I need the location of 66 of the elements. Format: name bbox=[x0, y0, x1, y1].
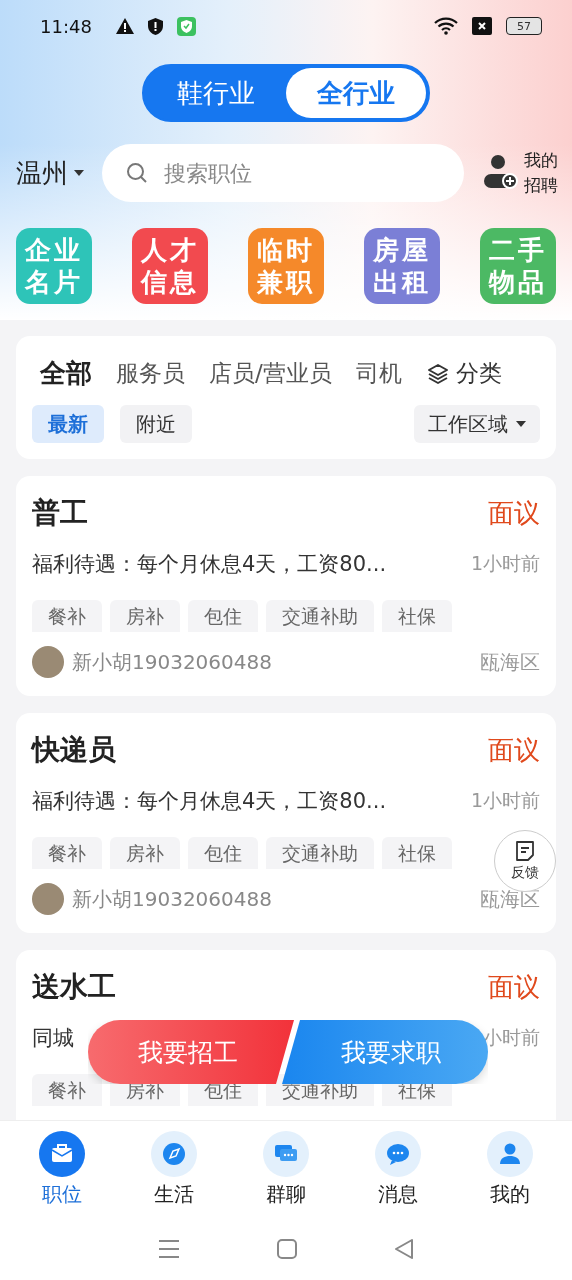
category-tab[interactable]: 全部 bbox=[40, 356, 92, 391]
posted-time: 1小时前 bbox=[470, 551, 540, 576]
benefit-tag: 包住 bbox=[188, 600, 258, 632]
benefit-tag: 房补 bbox=[110, 837, 180, 869]
search-field[interactable]: 搜索职位 bbox=[102, 144, 464, 202]
home-icon[interactable] bbox=[277, 1239, 297, 1259]
job-title: 普工 bbox=[32, 495, 88, 531]
benefit-tag: 餐补 bbox=[32, 600, 102, 632]
salary-text: 面议 bbox=[488, 970, 540, 1004]
job-description: 同城 bbox=[32, 1025, 74, 1052]
app-shield-icon bbox=[176, 16, 196, 36]
job-description: 福利待遇：每个月休息4天，工资80... bbox=[32, 551, 387, 578]
warning-icon bbox=[115, 18, 134, 34]
benefit-tag: 餐补 bbox=[32, 1074, 102, 1106]
area-filter[interactable]: 工作区域 bbox=[414, 405, 540, 443]
posted-time: 1小时前 bbox=[470, 788, 540, 813]
benefit-tag: 餐补 bbox=[32, 837, 102, 869]
poster-name: 新小胡19032060488 bbox=[72, 648, 273, 676]
benefit-tag: 社保 bbox=[382, 600, 452, 632]
wifi-icon bbox=[434, 17, 458, 35]
layers-icon bbox=[425, 361, 450, 386]
job-card[interactable]: 普工 面议 福利待遇：每个月休息4天，工资80... 1小时前 餐补 房补 包住 交通补助 社保 新小胡19032060488 瓯海区 bbox=[16, 476, 556, 696]
nav-tab[interactable]: 群聊 bbox=[246, 1131, 326, 1208]
sort-chip[interactable]: 最新 bbox=[32, 405, 104, 443]
shortcut-tile[interactable]: 房屋 出租 bbox=[364, 228, 440, 304]
nav-tab[interactable]: 职位 bbox=[22, 1131, 102, 1208]
menu-icon[interactable] bbox=[158, 1239, 181, 1259]
shortcut-tile[interactable]: 人才 信息 bbox=[132, 228, 208, 304]
category-tab[interactable]: 司机 bbox=[355, 358, 402, 389]
post-job-button[interactable]: 我要招工 bbox=[88, 1020, 294, 1084]
sort-chip[interactable]: 附近 bbox=[120, 405, 192, 443]
battery-indicator: 57 bbox=[506, 17, 542, 35]
no-sim-icon bbox=[472, 17, 492, 35]
benefit-tag: 包住 bbox=[188, 837, 258, 869]
industry-tab[interactable]: 全行业 bbox=[286, 68, 426, 118]
shield-icon bbox=[147, 17, 163, 35]
back-icon[interactable] bbox=[393, 1238, 414, 1260]
job-location: 瓯海区 bbox=[480, 648, 540, 676]
nav-tab[interactable]: 生活 bbox=[134, 1131, 214, 1208]
search-icon bbox=[126, 162, 148, 184]
job-title: 送水工 bbox=[32, 969, 116, 1005]
nav-tab[interactable]: 我的 bbox=[470, 1131, 550, 1208]
salary-text: 面议 bbox=[488, 496, 540, 530]
benefit-tag: 交通补助 bbox=[266, 600, 374, 632]
nav-tab[interactable]: 消息 bbox=[358, 1131, 438, 1208]
avatar bbox=[32, 646, 64, 678]
status-time: 11:48 bbox=[40, 15, 92, 37]
dropdown-caret-icon bbox=[74, 170, 84, 176]
classify-button[interactable]: 分类 bbox=[425, 358, 502, 389]
benefit-tag: 交通补助 bbox=[266, 837, 374, 869]
category-tab[interactable]: 服务员 bbox=[116, 358, 185, 389]
note-icon bbox=[514, 840, 536, 862]
job-title: 快递员 bbox=[32, 732, 116, 768]
compass-icon bbox=[160, 1140, 188, 1168]
poster-name: 新小胡19032060488 bbox=[72, 885, 273, 913]
benefit-tag: 社保 bbox=[382, 837, 452, 869]
person-add-icon bbox=[482, 154, 518, 192]
job-description: 福利待遇：每个月休息4天，工资80... bbox=[32, 788, 387, 815]
city-selector[interactable]: 温州 bbox=[16, 155, 84, 191]
category-tab[interactable]: 店员/营业员 bbox=[209, 358, 332, 389]
my-recruitment-button[interactable]: 我的 招聘 bbox=[482, 147, 558, 199]
dropdown-caret-icon bbox=[516, 421, 526, 427]
salary-text: 面议 bbox=[488, 733, 540, 767]
benefit-tag: 房补 bbox=[110, 600, 180, 632]
avatar bbox=[32, 883, 64, 915]
industry-tab[interactable]: 鞋行业 bbox=[146, 68, 286, 118]
